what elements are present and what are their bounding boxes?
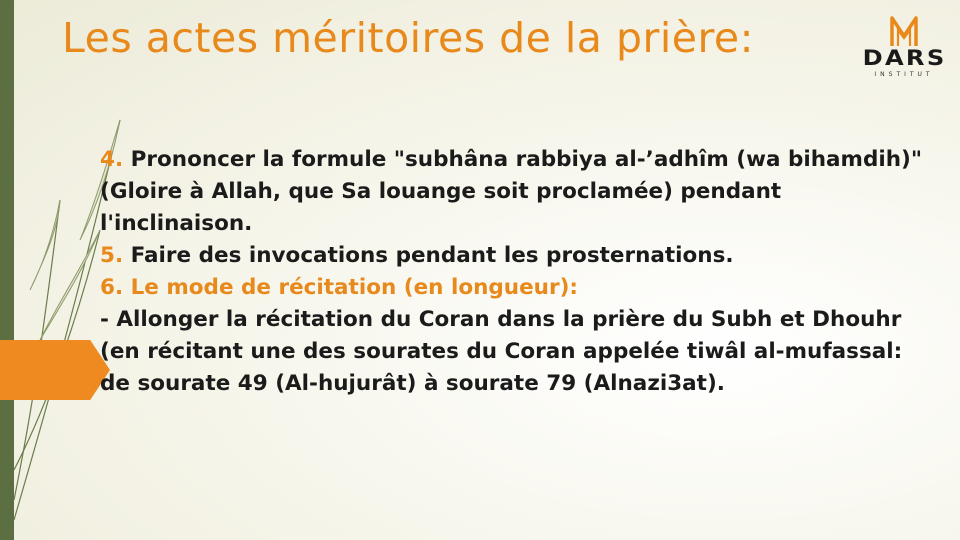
logo-subtitle: INSTITUT xyxy=(874,71,934,78)
slide-title: Les actes méritoires de la prière: xyxy=(62,14,754,62)
slide-body: 4. Prononcer la formule "subhâna rabbiya… xyxy=(100,144,930,400)
dars-logo-mark xyxy=(890,16,918,46)
list-item: - Allonger la récitation du Coran dans l… xyxy=(100,304,930,400)
heading-text: 6. Le mode de récitation (en longueur): xyxy=(100,275,579,300)
list-item: 4. Prononcer la formule "subhâna rabbiya… xyxy=(100,144,930,240)
item-text: - Allonger la récitation du Coran dans l… xyxy=(100,307,903,396)
item-number: 4. xyxy=(100,147,124,172)
item-text: Prononcer la formule "subhâna rabbiya al… xyxy=(100,147,923,236)
orange-arrow-tab xyxy=(0,340,110,400)
section-heading: 6. Le mode de récitation (en longueur): xyxy=(100,272,930,304)
item-text: Faire des invocations pendant les proste… xyxy=(123,243,734,268)
logo-name: DARS xyxy=(862,46,947,70)
item-number: 5. xyxy=(100,243,124,268)
dars-logo: DARS INSTITUT xyxy=(863,14,944,80)
list-item: 5. Faire des invocations pendant les pro… xyxy=(100,240,930,272)
